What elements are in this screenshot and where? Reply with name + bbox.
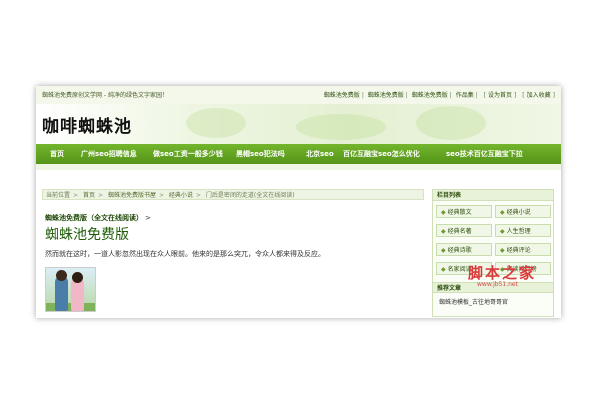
breadcrumb: 当前位置 > 首页 > 蜘蛛池免费版书屋 > 经典小说 > 门后是密闭的走道(全文在线阅… bbox=[42, 189, 424, 200]
sidebar-item[interactable]: ◆ 经典小说 bbox=[495, 205, 551, 218]
nav-item-home[interactable]: 首页 bbox=[50, 149, 64, 159]
sidebar-item[interactable]: ◆ 经典评论 bbox=[495, 243, 551, 256]
subtitle-arrow: > bbox=[145, 214, 151, 222]
image-person bbox=[55, 276, 68, 311]
nav-item[interactable]: 百亿互融宝seo怎么优化 bbox=[343, 149, 420, 159]
breadcrumb-link[interactable]: 首页 bbox=[83, 192, 95, 199]
article-intro: 然而就在这时，一道人影忽然出现在众人眼前。他来的是那么突兀，令众人都来得及反应。 bbox=[45, 250, 325, 258]
article-subtitle-text[interactable]: 蜘蛛池免费版（全文在线阅读） bbox=[45, 214, 143, 222]
sidebar-item[interactable]: ◆ 经典名著 bbox=[436, 224, 492, 237]
nav-item[interactable]: 黑帽seo犯法吗 bbox=[236, 149, 285, 159]
sidebar-article-link[interactable]: 蜘蛛池模板_古往地哥哥官 bbox=[439, 297, 508, 306]
main-nav: 首页 广州seo招聘信息 做seo工资一般多少钱 黑帽seo犯法吗 北京seo … bbox=[36, 144, 561, 164]
sidebar: 栏目列表 ◆ 经典散文 ◆ 经典小说 ◆ 经典名著 ◆ 人生哲理 ◆ 经典诗歌 ◆ 经典评论… bbox=[432, 189, 554, 317]
top-bar: 蜘蛛池免费原创文学网 - 纯净的绿色文字家园！ 蜘蛛池免费版 | 蜘蛛池免费版 | … bbox=[36, 86, 561, 105]
add-favorite-link[interactable]: 加入收藏 bbox=[527, 90, 551, 99]
nav-item[interactable]: 做seo工资一般多少钱 bbox=[153, 149, 223, 159]
article-title: 蜘蛛池免费版 bbox=[45, 227, 129, 243]
sidebar-item[interactable]: ◆ 人生哲理 bbox=[495, 224, 551, 237]
watermark-url: www.jb51.net bbox=[477, 281, 518, 288]
banner-decoration bbox=[186, 108, 246, 138]
nav-item[interactable]: seo技术百亿互融宝下拉 bbox=[446, 149, 523, 159]
top-link[interactable]: 作品集 bbox=[456, 90, 474, 99]
top-link[interactable]: 蜘蛛池免费版 bbox=[368, 90, 404, 99]
breadcrumb-link[interactable]: 蜘蛛池免费版书屋 bbox=[108, 192, 156, 199]
nav-item[interactable]: 广州seo招聘信息 bbox=[81, 149, 137, 159]
nav-item[interactable]: 北京seo bbox=[306, 149, 334, 159]
top-link[interactable]: 蜘蛛池免费版 bbox=[324, 90, 360, 99]
sidebar-heading: 栏目列表 bbox=[433, 190, 553, 201]
header-banner: 咖啡蜘蛛池 bbox=[36, 104, 561, 144]
watermark-text: 脚本之家 bbox=[468, 264, 537, 282]
banner-decoration bbox=[416, 106, 486, 140]
image-person-head bbox=[72, 272, 83, 283]
sidebar-item[interactable]: ◆ 经典诗歌 bbox=[436, 243, 492, 256]
breadcrumb-current: 门后是密闭的走道(全文在线阅读) bbox=[205, 192, 295, 199]
top-link[interactable]: 蜘蛛池免费版 bbox=[412, 90, 448, 99]
breadcrumb-label: 当前位置 bbox=[46, 192, 71, 199]
top-links: 蜘蛛池免费版 | 蜘蛛池免费版 | 蜘蛛池免费版 | 作品集 | [设为首页] [加入收… bbox=[323, 90, 555, 99]
banner-decoration bbox=[296, 114, 386, 140]
site-logo[interactable]: 咖啡蜘蛛池 bbox=[42, 112, 132, 137]
breadcrumb-link[interactable]: 经典小说 bbox=[169, 192, 193, 199]
sidebar-item[interactable]: ◆ 经典散文 bbox=[436, 205, 492, 218]
article-subtitle: 蜘蛛池免费版（全文在线阅读） > bbox=[45, 213, 151, 223]
nav-shadow bbox=[36, 164, 561, 170]
image-person-head bbox=[56, 270, 67, 281]
site-slogan: 蜘蛛池免费原创文学网 - 纯净的绿色文字家园！ bbox=[42, 92, 168, 99]
article-image[interactable] bbox=[45, 267, 96, 312]
set-homepage-link[interactable]: 设为首页 bbox=[488, 90, 512, 99]
